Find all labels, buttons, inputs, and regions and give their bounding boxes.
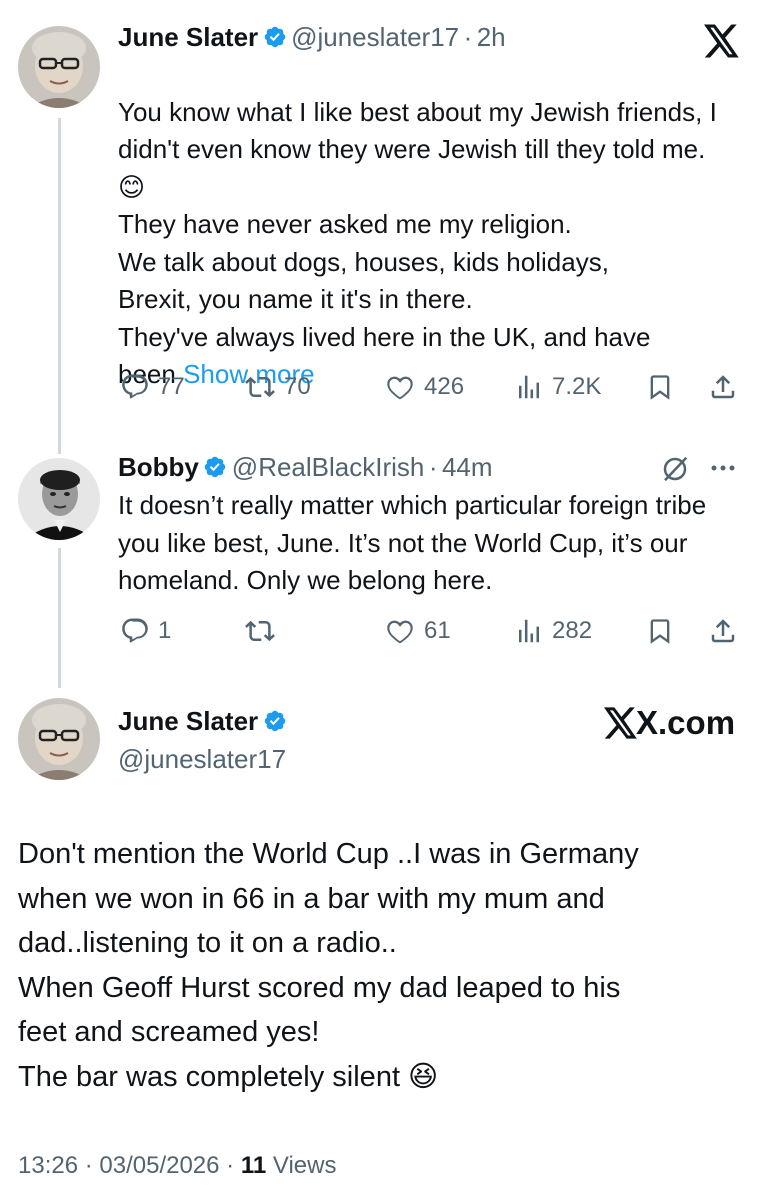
tweet1-text: You know what I like best about my Jewis…	[118, 96, 717, 390]
retweet-button[interactable]	[244, 616, 284, 646]
like-button[interactable]: 61	[384, 616, 451, 646]
thread-line-2	[58, 548, 61, 688]
tweet3-views-count: 11	[240, 1152, 267, 1179]
retweet-button[interactable]: 70	[244, 372, 311, 402]
bookmark-button[interactable]	[646, 616, 674, 646]
separator-dot: ·	[428, 452, 438, 482]
verified-badge-icon	[263, 709, 287, 738]
tweet1-author-name[interactable]: June Slater	[118, 22, 258, 52]
tweet1-time[interactable]: 2h	[477, 22, 506, 52]
retweet-count: 70	[284, 373, 311, 400]
like-button[interactable]: 426	[384, 372, 464, 402]
avatar-june-slater[interactable]	[18, 698, 100, 780]
brand-text: X.com	[636, 704, 736, 741]
tweet3-author-name[interactable]: June Slater	[118, 706, 258, 736]
heart-icon	[387, 620, 413, 644]
retweet-icon	[245, 376, 275, 398]
thread-line	[58, 118, 61, 454]
tweet3-views-label: Views	[266, 1152, 337, 1179]
tweet1-text-block: You know what I like best about my Jewis…	[118, 56, 738, 394]
like-count: 61	[424, 617, 451, 644]
x-com-brand: X.com	[604, 704, 735, 742]
tweet2-author-name[interactable]: Bobby	[118, 452, 199, 482]
views-chart-icon	[519, 375, 539, 399]
grok-icon[interactable]	[660, 454, 690, 489]
tweet2-header: Bobby @RealBlackIrish · 44m	[118, 452, 493, 484]
verified-badge-icon	[263, 25, 287, 54]
tweet3-timestamp[interactable]: 13:26 · 03/05/2026 ·	[18, 1152, 241, 1179]
bookmark-button[interactable]	[646, 372, 674, 402]
heart-icon	[387, 376, 413, 400]
avatar-bobby[interactable]	[18, 458, 100, 540]
views-button[interactable]: 7.2K	[514, 372, 601, 402]
tweet2-text: It doesn’t really matter which particula…	[118, 490, 707, 595]
reply-button[interactable]: 77	[120, 372, 185, 402]
views-button[interactable]: 282	[514, 616, 592, 646]
tweet1-handle[interactable]: @juneslater17	[291, 22, 459, 52]
reply-count: 77	[158, 373, 185, 400]
views-count: 282	[552, 617, 593, 644]
verified-badge-icon	[203, 455, 227, 484]
tweet3-text: Don't mention the World Cup ..I was in G…	[18, 838, 639, 1093]
tweet2-handle[interactable]: @RealBlackIrish	[232, 452, 425, 482]
tweet3-meta: 13:26 · 03/05/2026 · 11 Views	[18, 1152, 336, 1180]
share-icon	[711, 619, 735, 643]
share-button[interactable]	[708, 372, 738, 402]
views-chart-icon	[519, 619, 539, 643]
like-count: 426	[424, 373, 465, 400]
retweet-icon	[245, 620, 275, 642]
tweet2-time[interactable]: 44m	[442, 452, 493, 482]
more-options-icon[interactable]	[708, 458, 738, 483]
bookmark-icon	[650, 619, 670, 644]
tweet3-handle[interactable]: @juneslater17	[118, 744, 286, 775]
reply-button[interactable]: 1	[120, 616, 171, 646]
separator-dot: ·	[463, 22, 473, 52]
share-button[interactable]	[708, 616, 738, 646]
reply-icon	[122, 618, 148, 643]
bookmark-icon	[650, 375, 670, 400]
tweet1-header: June Slater @juneslater17 · 2h	[118, 22, 506, 54]
views-count: 7.2K	[552, 373, 602, 400]
reply-count: 1	[158, 617, 172, 644]
tweet3-author: June Slater	[118, 706, 287, 738]
avatar-june-slater[interactable]	[18, 26, 100, 108]
share-icon	[711, 375, 735, 399]
reply-icon	[122, 374, 148, 399]
x-logo-icon	[604, 707, 637, 739]
